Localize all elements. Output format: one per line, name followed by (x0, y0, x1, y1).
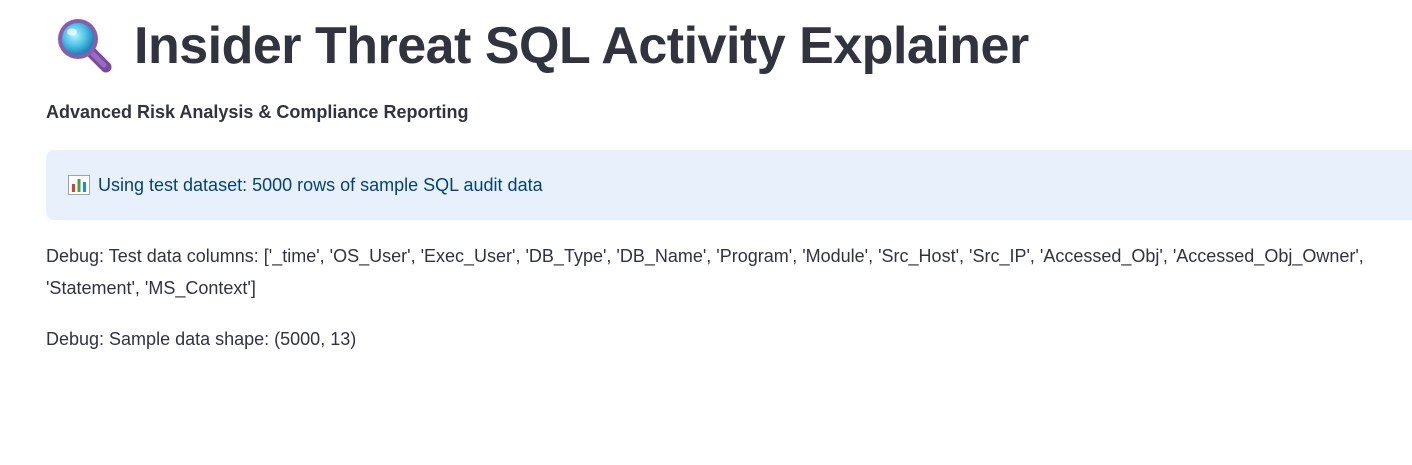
info-banner-text: Using test dataset: 5000 rows of sample … (98, 174, 543, 195)
info-banner: Using test dataset: 5000 rows of sample … (46, 150, 1412, 220)
magnifying-glass-icon (54, 15, 116, 77)
debug-columns-text: Debug: Test data columns: ['_time', 'OS_… (46, 246, 1364, 298)
page-subtitle: Advanced Risk Analysis & Compliance Repo… (46, 102, 469, 122)
page: Insider Threat SQL Activity Explainer Ad… (0, 0, 1412, 465)
bar-chart-icon (68, 175, 90, 195)
debug-shape-text: Debug: Sample data shape: (5000, 13) (46, 329, 357, 349)
title-row: Insider Threat SQL Activity Explainer (54, 14, 1029, 78)
page-title: Insider Threat SQL Activity Explainer (134, 17, 1029, 75)
